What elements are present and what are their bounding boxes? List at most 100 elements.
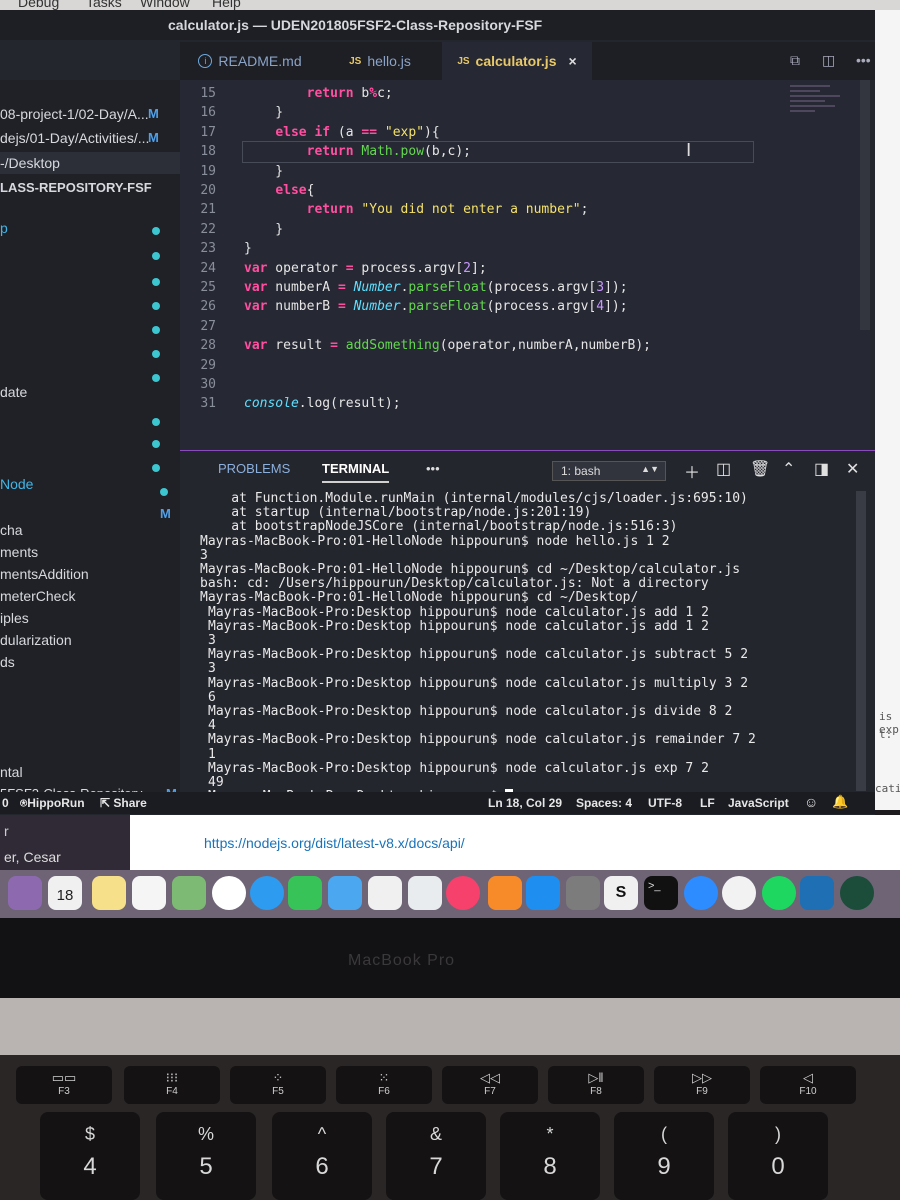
sidebar-item[interactable]: 08-project-1/02-Day/A... [0,106,149,122]
terminal-line: 1 [208,746,216,762]
menu-help[interactable]: Help [212,0,241,10]
sidebar-item[interactable]: mentsAddition [0,566,89,582]
sidebar-item[interactable]: ntal [0,764,23,780]
line-ending[interactable]: LF [700,796,715,810]
slack-icon[interactable]: S [604,876,638,910]
sidebar-item[interactable]: iples [0,610,29,626]
line-number: 31 [200,396,216,412]
numbers-icon[interactable] [368,876,402,910]
sidebar-folder-header[interactable]: LASS-REPOSITORY-FSF [0,180,152,195]
vscode-icon[interactable] [800,876,834,910]
close-panel-icon[interactable]: ✕ [846,459,859,479]
terminal-line: Mayras-MacBook-Pro:01-HelloNode hippouru… [200,533,670,549]
spotify-icon[interactable] [762,876,796,910]
share-button[interactable]: ⇱ Share [100,796,147,810]
sidebar-item[interactable]: ments [0,544,38,560]
terminal-select[interactable]: 1: bash ▲▼ [552,461,666,481]
status-bar: 0 ⍟HippoRun ⇱ Share Ln 18, Col 29 Spaces… [0,792,875,814]
notes-icon[interactable] [92,876,126,910]
code-editor[interactable]: 15 return b%c; 16 } 17 else if (a == "exp"… [180,80,870,450]
messages-icon[interactable] [250,876,284,910]
tab-problems[interactable]: PROBLEMS [218,461,290,476]
more-actions-icon[interactable]: ••• [856,52,871,68]
tab-hello[interactable]: JS hello.js [325,42,435,80]
github-icon[interactable] [722,876,756,910]
encoding[interactable]: UTF-8 [648,796,682,810]
docs-link[interactable]: https://nodejs.org/dist/latest-v8.x/docs… [204,835,465,851]
sidebar-item[interactable]: date [0,384,27,400]
open-preview-icon[interactable]: ⧉ [790,52,800,69]
system-preferences-icon[interactable] [566,876,600,910]
sidebar-item[interactable]: cha [0,522,23,538]
indentation[interactable]: Spaces: 4 [576,796,632,810]
code-line[interactable]: var numberA = Number.parseFloat(process.… [244,280,628,295]
sidebar-item[interactable]: meterCheck [0,588,75,604]
language-mode[interactable]: JavaScript [728,796,789,810]
app-store-icon[interactable] [526,876,560,910]
keynote-icon[interactable] [408,876,442,910]
menu-debug[interactable]: Debug [18,0,59,10]
editor-scrollbar[interactable] [860,80,870,330]
code-line[interactable]: console.log(result); [244,396,401,411]
sidebar-item[interactable]: Node [0,476,33,492]
code-line[interactable]: var result = addSomething(operator,numbe… [244,338,651,353]
gitkraken-icon[interactable] [840,876,874,910]
chevron-up-icon[interactable]: ⌃ [782,459,795,479]
sidebar-item[interactable]: dularization [0,632,72,648]
menu-tasks[interactable]: Tasks [86,0,122,10]
code-line[interactable]: } [244,222,283,237]
code-line[interactable]: else{ [244,183,314,198]
terminal-scrollbar[interactable] [856,491,866,791]
code-line[interactable]: else if (a == "exp"){ [244,125,439,140]
terminal-line: Mayras-MacBook-Pro:01-HelloNode hippouru… [200,562,741,577]
toggle-panel-icon[interactable]: ◨ [814,459,829,479]
tab-calculator[interactable]: JS calculator.js × [442,42,592,82]
photos-icon[interactable] [212,876,246,910]
zoom-icon[interactable] [684,876,718,910]
terminal-line: at Function.Module.runMain (internal/mod… [200,491,748,506]
terminal-icon[interactable]: >_ [644,876,678,910]
maps-icon[interactable] [172,876,206,910]
split-terminal-icon[interactable]: ◫ [716,459,731,479]
tab-readme[interactable]: i README.md [180,42,320,80]
minimap[interactable] [790,82,850,142]
key-7: & 7 [386,1112,486,1200]
bell-icon[interactable]: 🔔 [832,794,848,810]
cursor-position[interactable]: Ln 18, Col 29 [488,796,562,810]
info-icon: i [198,54,213,68]
music-icon[interactable] [446,876,480,910]
code-line[interactable]: return "You did not enter a number"; [244,202,589,217]
smiley-feedback-icon[interactable]: ☺ [804,794,818,810]
books-icon[interactable] [488,876,522,910]
code-line[interactable]: return b%c; [244,86,393,101]
more-tabs-icon[interactable]: ••• [426,461,440,476]
sidebar-item-desktop[interactable]: -/Desktop [0,152,180,174]
code-line[interactable]: var operator = process.argv[2]; [244,261,487,276]
line-number: 28 [200,338,216,354]
sidebar-item[interactable]: ds [0,654,15,670]
menu-window[interactable]: Window [140,0,190,10]
calendar-icon[interactable]: 18 [48,876,82,910]
code-line[interactable]: return Math.pow(b,c); [244,144,471,159]
line-number: 30 [200,377,216,392]
code-line[interactable]: var numberB = Number.parseFloat(process.… [244,299,628,314]
key-f8: ▷‖ F8 [548,1066,644,1104]
sidebar-item[interactable]: dejs/01-Day/Activities/... [0,130,149,146]
tab-terminal[interactable]: TERMINAL [322,461,390,483]
code-line[interactable]: } [244,164,283,179]
key-digit-label: 4 [83,1153,97,1180]
code-line[interactable]: } [244,241,252,256]
error-count[interactable]: 0 [2,796,9,810]
trash-icon[interactable]: 🗑 [750,459,770,479]
sidebar-item[interactable]: p [0,220,8,236]
close-icon[interactable]: × [568,53,576,69]
launchpad-icon[interactable] [8,876,42,910]
pages-icon[interactable] [328,876,362,910]
live-share-user[interactable]: ⍟HippoRun [20,796,85,811]
modified-dot [152,252,160,260]
split-editor-icon[interactable]: ◫ [822,52,835,69]
reminders-icon[interactable] [132,876,166,910]
new-terminal-icon[interactable]: ＋ [684,459,700,483]
facetime-icon[interactable] [288,876,322,910]
code-line[interactable]: } [244,105,283,120]
